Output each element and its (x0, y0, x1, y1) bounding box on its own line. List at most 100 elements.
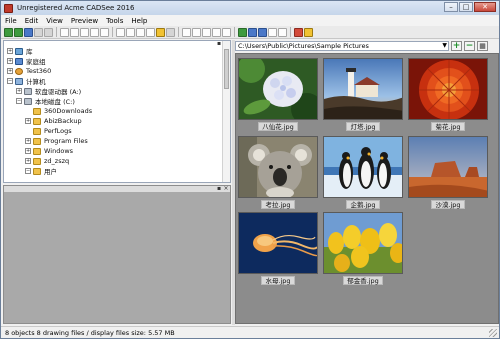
expand-icon[interactable]: + (25, 138, 31, 144)
tree-node[interactable]: − 计算机 (4, 76, 222, 86)
tree-node[interactable]: + 家庭组 (4, 56, 222, 66)
tree-node[interactable]: PerfLogs (4, 126, 222, 136)
convert-icon[interactable] (212, 27, 221, 37)
collapse-icon[interactable]: − (25, 168, 31, 174)
thumbnail-item[interactable]: 沙漠.jpg (408, 136, 488, 210)
tree-scroll-thumb[interactable] (224, 49, 229, 89)
zoom-window-icon[interactable] (80, 27, 89, 37)
collapse-icon[interactable]: − (16, 98, 22, 104)
menu-tools[interactable]: Tools (102, 17, 127, 25)
zoom-out-icon[interactable] (70, 27, 79, 37)
lighthouse-photo (323, 58, 403, 120)
zoom-out-thumbs-button[interactable]: − (464, 41, 475, 51)
tree-node-label: AbizBackup (44, 117, 82, 125)
back-icon[interactable] (24, 27, 33, 37)
menu-edit[interactable]: Edit (21, 17, 43, 25)
window-controls: – □ ✕ (444, 2, 496, 12)
expand-icon[interactable]: + (16, 88, 22, 94)
expand-icon[interactable]: + (7, 68, 13, 74)
grid-icon[interactable] (238, 27, 247, 37)
zoom-in-icon[interactable] (60, 27, 69, 37)
thumbnail-item[interactable]: 考拉.jpg (238, 136, 318, 210)
menu-file[interactable]: File (1, 17, 21, 25)
tree-node[interactable]: + 软盘驱动器 (A:) (4, 86, 222, 96)
expand-icon[interactable]: + (25, 118, 31, 124)
address-combobox[interactable]: C:\Users\Public\Pictures\Sample Pictures… (235, 41, 449, 51)
thumbnail-item[interactable]: 企鹅.jpg (323, 136, 403, 210)
paste-icon[interactable] (166, 27, 175, 37)
open-icon[interactable] (4, 27, 13, 37)
menu-preview[interactable]: Preview (67, 17, 102, 25)
collapse-icon[interactable]: − (7, 78, 13, 84)
thumbnail-item[interactable]: 灯塔.jpg (323, 58, 403, 132)
layers-icon[interactable] (192, 27, 201, 37)
save-icon[interactable] (34, 27, 43, 37)
tree-scrollbar[interactable] (222, 41, 230, 182)
folder-icon (33, 107, 41, 115)
toolbar-separator (178, 27, 179, 37)
tree-node[interactable]: 360Downloads (4, 106, 222, 116)
thumbnail-caption: 灯塔.jpg (346, 122, 380, 131)
zoom-extents-icon[interactable] (100, 27, 109, 37)
minimize-button[interactable]: – (444, 2, 458, 12)
register-icon[interactable] (294, 27, 303, 37)
jellyfish-photo (238, 212, 318, 274)
preview-panel-controls: ▪ × (216, 186, 229, 192)
properties-icon[interactable] (248, 27, 257, 37)
tree-node[interactable]: + Windows (4, 146, 222, 156)
list-icon[interactable] (268, 27, 277, 37)
thumbnail-caption: 考拉.jpg (261, 200, 295, 209)
tree-node[interactable]: + Test360 (4, 66, 222, 76)
window-title: Unregistered Acme CADSee 2016 (17, 4, 135, 12)
pan-icon[interactable] (116, 27, 125, 37)
main-toolbar (1, 26, 499, 39)
mirror-icon[interactable] (146, 27, 155, 37)
menu-view[interactable]: View (42, 17, 67, 25)
expand-icon[interactable]: + (25, 158, 31, 164)
maximize-button[interactable]: □ (459, 2, 473, 12)
expand-icon[interactable]: + (25, 148, 31, 154)
help-icon[interactable] (304, 27, 313, 37)
menu-help[interactable]: Help (127, 17, 151, 25)
thumbnail-view-button[interactable]: ▦ (477, 41, 488, 51)
rotate-icon[interactable] (136, 27, 145, 37)
tree-node[interactable]: − 用户 (4, 166, 222, 176)
zoom-fit-icon[interactable] (90, 27, 99, 37)
tree-node-label: 软盘驱动器 (A:) (35, 88, 82, 96)
text-icon[interactable] (222, 27, 231, 37)
refresh-icon[interactable] (14, 27, 23, 37)
folder-icon (33, 117, 41, 125)
close-button[interactable]: ✕ (474, 2, 496, 12)
layout-icon[interactable] (258, 27, 267, 37)
delete-icon[interactable] (182, 27, 191, 37)
copy-icon[interactable] (156, 27, 165, 37)
thumbnail-item[interactable]: 水母.jpg (238, 212, 318, 286)
preview-panel-close-icon[interactable]: × (223, 186, 229, 192)
tree-node[interactable]: − 本地磁盘 (C:) (4, 96, 222, 106)
expand-icon[interactable]: + (7, 58, 13, 64)
tree-node-label: 家庭组 (26, 58, 46, 66)
title-bar: Unregistered Acme CADSee 2016 – □ ✕ (1, 1, 499, 15)
thumbnail-pane: 八仙花.jpg 灯塔.jpg 菊花.jpg 考拉.jpg 企鹅.jpg 沙漠.j… (235, 53, 499, 324)
expand-icon[interactable]: + (7, 48, 13, 54)
zoom-in-thumbs-button[interactable]: + (451, 41, 462, 51)
resize-grip-icon[interactable] (489, 329, 497, 337)
thumbnail-item[interactable]: 菊花.jpg (408, 58, 488, 132)
print-icon[interactable] (44, 27, 53, 37)
tree-node-label: 库 (26, 48, 33, 56)
thumbnail-item[interactable]: 郁金香.jpg (323, 212, 403, 286)
chevron-down-icon[interactable]: ▼ (442, 42, 447, 50)
folder-icon (33, 157, 41, 165)
tree-node[interactable]: + 库 (4, 46, 222, 56)
tree-node[interactable]: + zd_zszq (4, 156, 222, 166)
thumbnail-item[interactable]: 八仙花.jpg (238, 58, 318, 132)
folder-tree-panel: ▪ × +库+家庭组+Test360−计算机+软盘驱动器 (A:)−本地磁盘 (… (3, 40, 231, 183)
home-icon (15, 57, 23, 65)
thumbnail-caption: 八仙花.jpg (258, 122, 298, 131)
tree-node[interactable]: + AbizBackup (4, 116, 222, 126)
measure-icon[interactable] (202, 27, 211, 37)
select-icon[interactable] (126, 27, 135, 37)
tree-node[interactable]: + Program Files (4, 136, 222, 146)
preview-panel-pin-icon[interactable]: ▪ (216, 186, 222, 192)
details-icon[interactable] (278, 27, 287, 37)
